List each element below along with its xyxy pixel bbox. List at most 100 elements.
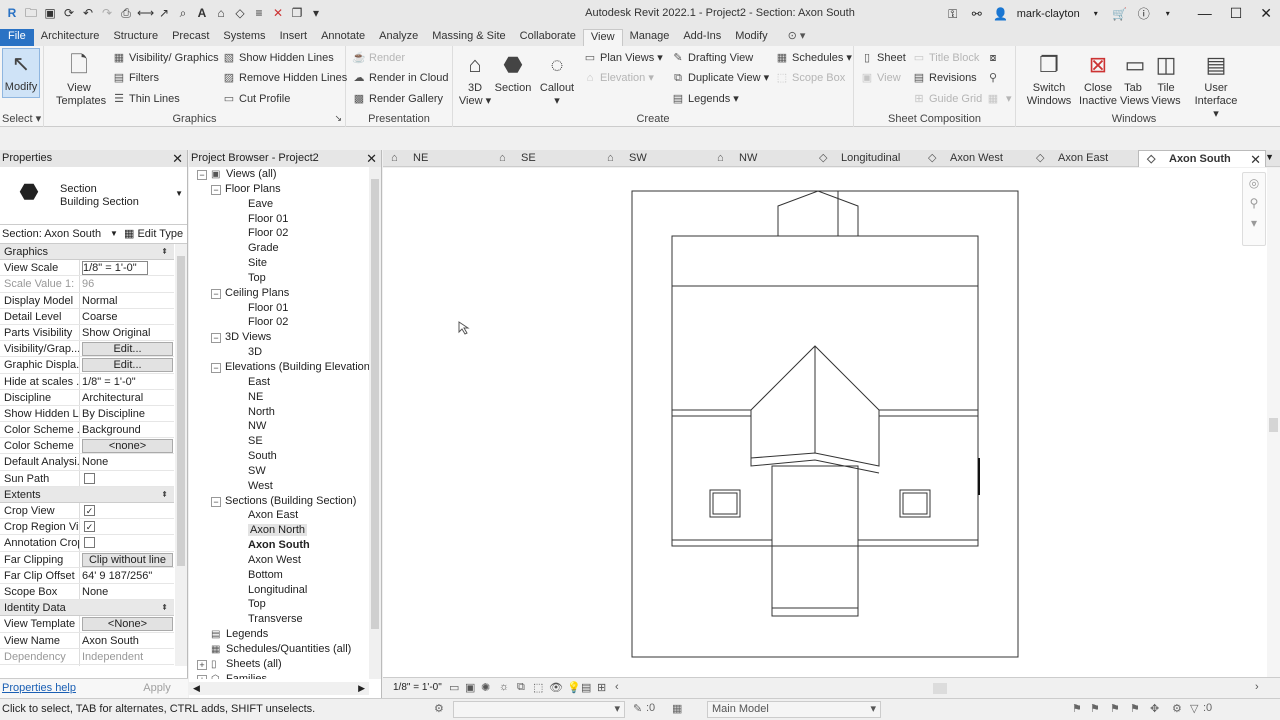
collapse-icon[interactable]: ⇞ (161, 487, 174, 502)
graphics-launcher-icon[interactable]: ↘ (334, 113, 342, 124)
text-icon[interactable]: A (194, 5, 210, 21)
worksharing-icon[interactable]: ▤ (581, 681, 591, 694)
panel-select-title[interactable]: Select ▾ (0, 112, 43, 125)
property-value[interactable]: 64' 9 187/256" (82, 570, 152, 582)
view-templates-button[interactable]: 🗋 View Templates (56, 50, 106, 108)
browser-node[interactable]: − Ceiling Plans (189, 286, 369, 301)
close-window-icon[interactable]: ✕ (1260, 5, 1272, 22)
browser-node[interactable]: SE (189, 434, 369, 449)
tab-analyze[interactable]: Analyze (372, 29, 425, 46)
design-options-icon[interactable]: ▦ (672, 702, 682, 715)
property-value[interactable]: None (82, 586, 108, 598)
browser-node[interactable]: NE (189, 390, 369, 405)
schedules-button[interactable]: ▦ Schedules ▾ (775, 50, 852, 66)
crop-view-icon[interactable]: ⧉ (517, 681, 525, 694)
tab-view[interactable]: View (582, 29, 623, 46)
view-scale[interactable]: 1/8" = 1'-0" (393, 682, 442, 693)
user-name[interactable]: mark-clayton (1017, 8, 1080, 20)
property-value[interactable]: Show Original (82, 327, 150, 339)
browser-node[interactable]: −3D Views (189, 330, 369, 345)
browser-node[interactable]: Floor 02 (189, 226, 369, 241)
tree-toggle-icon[interactable]: − (211, 333, 221, 344)
properties-scroll-thumb[interactable] (177, 256, 185, 566)
browser-node[interactable]: Floor 01 (189, 301, 369, 316)
render-button[interactable]: ☕ Render (352, 50, 405, 66)
type-dropdown-icon[interactable]: ▼ (175, 189, 183, 198)
save-icon[interactable]: ▣ (42, 5, 58, 21)
browser-node[interactable]: Top (189, 271, 369, 286)
select-pinned-icon[interactable]: ⚑ (1110, 702, 1120, 715)
property-edit-button[interactable]: Clip without line (82, 552, 173, 567)
hscroll-left-icon[interactable]: ‹ (615, 681, 619, 693)
tab-systems[interactable]: Systems (216, 29, 272, 46)
scope-box-button[interactable]: ⬚ Scope Box (775, 70, 845, 86)
view-tab[interactable]: ◇ Axon West (920, 150, 1028, 167)
property-group[interactable]: Identity Data ⇞ (0, 600, 174, 617)
tab-annotate[interactable]: Annotate (314, 29, 372, 46)
minimize-icon[interactable]: — (1198, 5, 1212, 22)
plan-views-button[interactable]: ▭ Plan Views ▾ (583, 50, 663, 66)
browser-node[interactable]: − Sections (Building Section) (189, 494, 369, 509)
browser-hscrollbar[interactable]: ◀ ▶ (189, 682, 369, 695)
tab-manage[interactable]: Manage (623, 29, 677, 46)
maximize-icon[interactable]: ☐ (1230, 5, 1243, 22)
show-hidden-lines-button[interactable]: ▧ Show Hidden Lines (222, 50, 334, 66)
worksets-icon[interactable]: ⚙ (434, 702, 444, 715)
ribbon-minimize-icon[interactable]: ⊙ ▾ (781, 29, 813, 46)
tab-massing-site[interactable]: Massing & Site (425, 29, 512, 46)
browser-node[interactable]: − ▣ Views (all) (189, 167, 369, 182)
tab-file[interactable]: File (0, 29, 34, 46)
property-edit-button[interactable]: Edit... (82, 342, 173, 357)
properties-help-link[interactable]: Properties help (2, 682, 76, 694)
redo-icon[interactable]: ↷ (99, 5, 115, 21)
analytical-icon[interactable]: ⊞ (597, 681, 606, 694)
guide-grid-button[interactable]: ⊞ Guide Grid (912, 91, 982, 107)
tile-views-button[interactable]: ◫ Tile Views (1150, 50, 1182, 108)
property-value[interactable]: Background (82, 424, 141, 436)
property-value[interactable]: Independent (82, 651, 143, 663)
browser-node[interactable]: Site (189, 256, 369, 271)
tab-collaborate[interactable]: Collaborate (513, 29, 583, 46)
help-dropdown-icon[interactable]: ▾ (1160, 6, 1176, 22)
property-value[interactable]: Architectural (82, 392, 143, 404)
property-value[interactable]: Coarse (82, 311, 117, 323)
browser-scrollbar[interactable] (369, 167, 381, 679)
select-links-icon[interactable]: ⚑ (1072, 702, 1082, 715)
undo-icon[interactable]: ↶ (80, 5, 96, 21)
revisions-button[interactable]: ▤ Revisions (912, 70, 977, 86)
navbar-menu-icon[interactable]: ▾ (1243, 213, 1265, 233)
infocenter-icon[interactable]: ⚿ (945, 6, 961, 22)
tree-toggle-icon[interactable]: + (197, 659, 207, 670)
sun-path-icon[interactable]: ✺ (481, 681, 490, 694)
thin-lines-button[interactable]: ☰ Thin Lines (112, 91, 180, 107)
title-block-button[interactable]: ▭ Title Block (912, 50, 980, 66)
visibility-graphics-button[interactable]: ▦ Visibility/ Graphics (112, 50, 219, 66)
visual-style-icon[interactable]: ▣ (465, 681, 475, 694)
binoculars-icon[interactable]: ⚯ (969, 6, 985, 22)
view-tab[interactable]: ⌂ NE (383, 150, 491, 167)
design-option-select[interactable]: Main Model ▾ (707, 701, 881, 718)
cart-icon[interactable]: 🛒 (1112, 6, 1128, 22)
tree-toggle-icon[interactable]: − (211, 288, 221, 299)
print-icon[interactable]: ⎙ (118, 5, 134, 21)
property-group[interactable]: Graphics ⇞ (0, 244, 174, 261)
property-value[interactable]: 96 (82, 278, 94, 290)
property-value[interactable]: None (82, 456, 108, 468)
activate-view-icon[interactable]: ▦ ▾ (986, 91, 1012, 107)
view-tab[interactable]: ◇ Axon East (1028, 150, 1138, 167)
temp-hide-icon[interactable]: 👁 (549, 681, 563, 694)
measure-icon[interactable]: ⟷ (137, 5, 154, 21)
browser-node[interactable]: ▤ Legends (189, 627, 369, 642)
apply-button[interactable]: Apply (132, 681, 182, 696)
tab-precast[interactable]: Precast (165, 29, 216, 46)
browser-node[interactable]: Top (189, 597, 369, 612)
property-group[interactable]: Extents ⇞ (0, 486, 174, 503)
tree-toggle-icon[interactable]: − (211, 184, 221, 195)
browser-node[interactable]: − Elevations (Building Elevation) (189, 360, 369, 375)
property-checkbox[interactable]: ✓ (84, 505, 95, 516)
browser-node[interactable]: East (189, 375, 369, 390)
browser-node[interactable]: Axon North (189, 523, 369, 538)
duplicate-view-button[interactable]: ⧉ Duplicate View ▾ (671, 70, 769, 86)
tab-insert[interactable]: Insert (273, 29, 315, 46)
browser-node[interactable]: Eave (189, 197, 369, 212)
